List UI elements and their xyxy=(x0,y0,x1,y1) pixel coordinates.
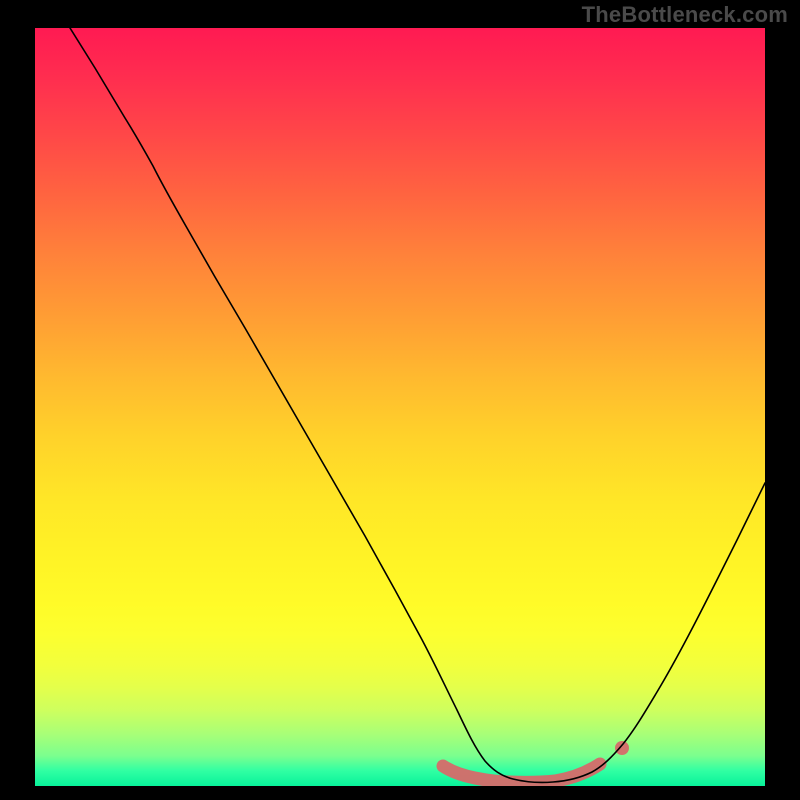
watermark-text: TheBottleneck.com xyxy=(582,2,788,28)
optimal-range-end-dot xyxy=(615,741,629,755)
curve-svg xyxy=(35,28,765,786)
optimal-range-highlight xyxy=(443,764,600,782)
plot-area xyxy=(35,28,765,786)
bottleneck-curve xyxy=(70,28,765,782)
chart-frame: TheBottleneck.com xyxy=(0,0,800,800)
